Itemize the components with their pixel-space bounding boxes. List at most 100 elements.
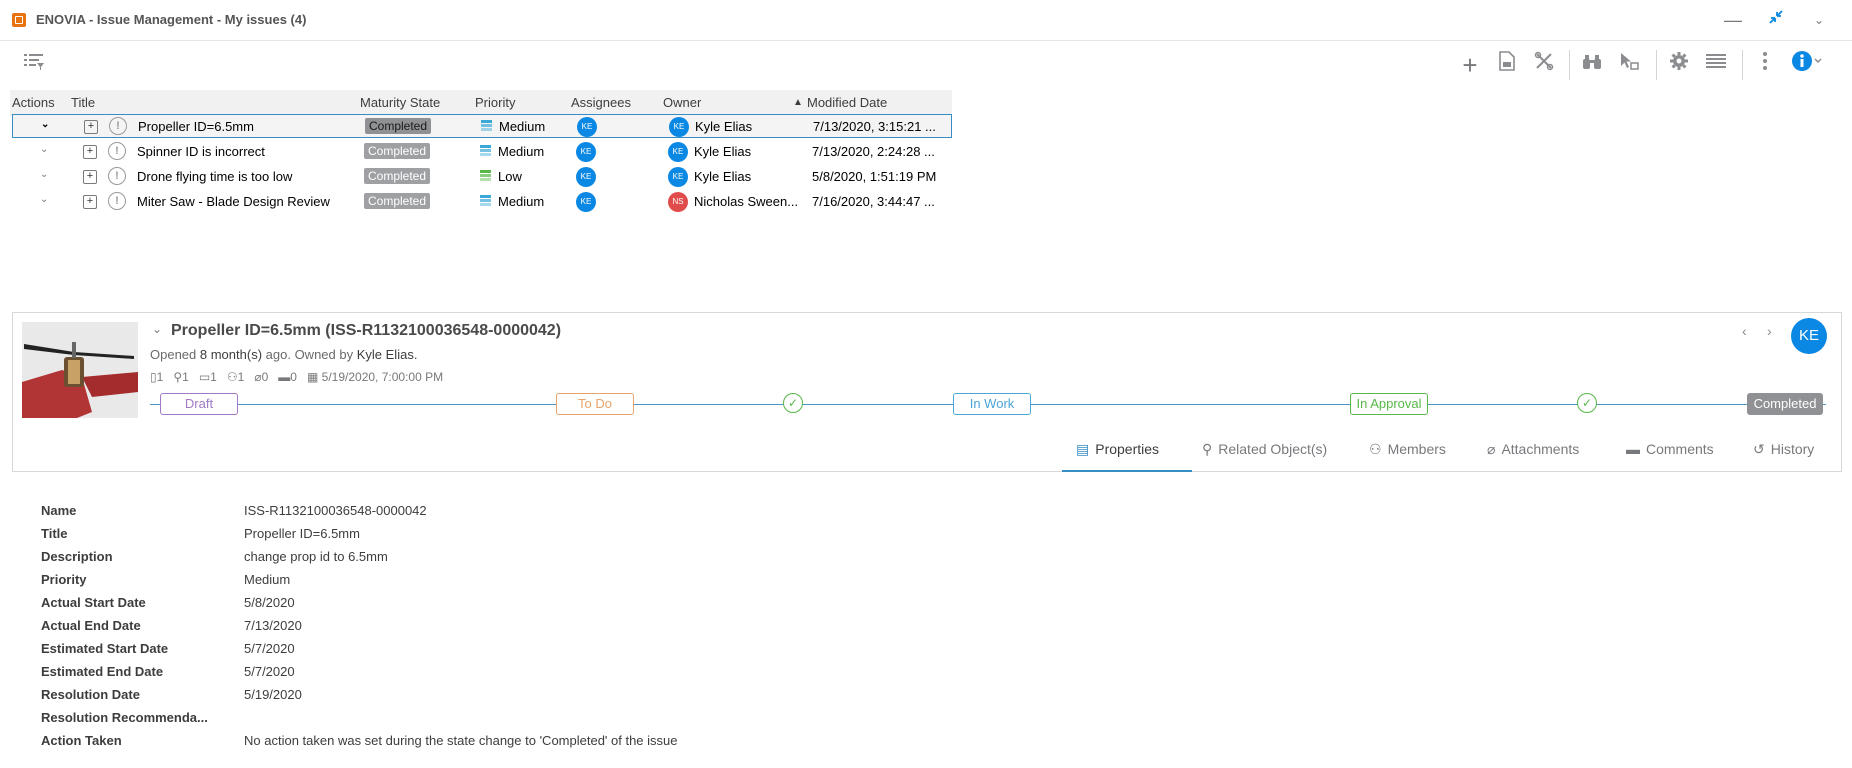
property-value: Propeller ID=6.5mm bbox=[244, 526, 360, 541]
issue-thumbnail[interactable] bbox=[22, 322, 138, 418]
expand-plus-icon[interactable]: + bbox=[83, 145, 97, 159]
owner-avatar[interactable]: KE bbox=[668, 167, 688, 187]
chevron-down-icon[interactable]: ⌄ bbox=[41, 119, 49, 130]
expand-plus-icon[interactable]: + bbox=[84, 120, 98, 134]
chevron-down-icon[interactable]: ⌄ bbox=[40, 144, 48, 155]
issue-title-cell[interactable]: Miter Saw - Blade Design Review bbox=[137, 194, 330, 209]
table-row[interactable]: ⌄ + ! Propeller ID=6.5mm Completed Mediu… bbox=[12, 114, 952, 138]
assignee-avatar[interactable]: KE bbox=[576, 142, 596, 162]
tab-history[interactable]: ↺ History bbox=[1753, 434, 1814, 470]
chevron-right-icon[interactable]: › bbox=[1767, 323, 1772, 339]
maturity-state-badge: Completed bbox=[365, 118, 432, 134]
tab-label: Attachments bbox=[1501, 441, 1580, 457]
tools-icon[interactable] bbox=[1529, 50, 1559, 80]
issue-owner-name[interactable]: Kyle Elias. bbox=[357, 347, 418, 362]
stage-draft[interactable]: Draft bbox=[160, 393, 238, 415]
property-label: Resolution Recommenda... bbox=[41, 710, 208, 725]
members-icon: ⚇ bbox=[1369, 441, 1382, 457]
property-value: 5/19/2020 bbox=[244, 687, 302, 702]
owner-avatar[interactable]: KE bbox=[669, 117, 689, 137]
owner-avatar[interactable]: KE bbox=[668, 142, 688, 162]
assignee-avatar[interactable]: KE bbox=[576, 192, 596, 212]
column-header-assignees[interactable]: Assignees bbox=[571, 95, 631, 110]
column-header-priority[interactable]: Priority bbox=[475, 95, 515, 110]
column-header-actions[interactable]: Actions bbox=[12, 95, 55, 110]
stage-in-approval[interactable]: In Approval bbox=[1350, 393, 1428, 415]
files-count: 1 bbox=[210, 370, 217, 384]
opened-mid: ago. Owned by bbox=[265, 347, 354, 362]
tab-comments[interactable]: ▬ Comments bbox=[1626, 434, 1714, 470]
comment-icon: ▬ bbox=[1626, 441, 1640, 457]
column-header-owner[interactable]: Owner bbox=[663, 95, 701, 110]
locations-count: 1 bbox=[182, 370, 189, 384]
tab-members[interactable]: ⚇ Members bbox=[1369, 434, 1446, 470]
issue-warning-icon: ! bbox=[109, 117, 127, 135]
comments-count: 0 bbox=[290, 370, 297, 384]
issue-warning-icon: ! bbox=[108, 142, 126, 160]
tab-label: Related Object(s) bbox=[1218, 441, 1328, 457]
toolbar-separator bbox=[1569, 50, 1570, 80]
stage-todo[interactable]: To Do bbox=[556, 393, 634, 415]
issue-title-cell[interactable]: Drone flying time is too low bbox=[137, 169, 292, 184]
chevron-down-icon[interactable]: ⌄ bbox=[40, 169, 48, 180]
issue-title: Propeller ID=6.5mm (ISS-R1132100036548-0… bbox=[171, 322, 562, 339]
tab-related-objects[interactable]: ⚲ Related Object(s) bbox=[1202, 434, 1327, 470]
opened-age: 8 month(s) bbox=[199, 347, 263, 362]
property-value: No action taken was set during the state… bbox=[244, 733, 678, 748]
priority-value: Low bbox=[498, 169, 522, 184]
stage-in-work[interactable]: In Work bbox=[953, 393, 1031, 415]
stage-completed[interactable]: Completed bbox=[1747, 393, 1823, 415]
chevron-left-icon[interactable]: ‹ bbox=[1742, 323, 1747, 339]
binoculars-icon[interactable] bbox=[1577, 50, 1607, 80]
chevron-down-icon[interactable]: ⌄ bbox=[1807, 8, 1831, 32]
property-label: Estimated End Date bbox=[41, 664, 164, 679]
gear-icon[interactable] bbox=[1664, 50, 1694, 80]
cursor-select-icon[interactable] bbox=[1614, 50, 1644, 80]
maturity-state-badge: Completed bbox=[364, 143, 431, 159]
sort-ascending-icon[interactable]: ▲ bbox=[793, 97, 803, 108]
assignee-avatar[interactable]: KE bbox=[577, 117, 597, 137]
column-header-title[interactable]: Title bbox=[71, 95, 95, 110]
issue-title-cell[interactable]: Propeller ID=6.5mm bbox=[138, 119, 254, 134]
tab-label: Members bbox=[1387, 441, 1446, 457]
owner-avatar[interactable]: KE bbox=[1791, 318, 1827, 354]
properties-icon: ▤ bbox=[1076, 441, 1090, 457]
issue-warning-icon: ! bbox=[108, 192, 126, 210]
minimize-icon[interactable]: — bbox=[1721, 8, 1745, 32]
document-export-icon[interactable] bbox=[1492, 50, 1522, 80]
property-label: Estimated Start Date bbox=[41, 641, 169, 656]
calendar-icon: ▦ bbox=[306, 370, 319, 384]
tab-attachments[interactable]: ⌀ Attachments bbox=[1487, 434, 1579, 470]
plus-icon[interactable]: + bbox=[1455, 50, 1485, 80]
checkmark-icon: ✓ bbox=[1577, 393, 1597, 413]
table-row[interactable]: ⌄ + ! Miter Saw - Blade Design Review Co… bbox=[12, 190, 950, 214]
issue-meta-line: ▯1 ⚲1 ▭1 ⚇1 ⌀0 ▬0 ▦ 5/19/2020, 7:00:00 P… bbox=[150, 370, 443, 384]
property-value: Medium bbox=[244, 572, 291, 587]
table-row[interactable]: ⌄ + ! Spinner ID is incorrect Completed … bbox=[12, 140, 950, 164]
comment-icon: ▬ bbox=[278, 370, 291, 384]
column-header-modified-date[interactable]: Modified Date bbox=[807, 95, 887, 110]
property-value: ISS-R1132100036548-0000042 bbox=[244, 503, 427, 518]
assignee-avatar[interactable]: KE bbox=[576, 167, 596, 187]
docs-count: 1 bbox=[156, 370, 164, 384]
expand-plus-icon[interactable]: + bbox=[83, 195, 97, 209]
chevron-down-icon[interactable]: ⌄ bbox=[40, 194, 48, 205]
checkmark-icon: ✓ bbox=[783, 393, 803, 413]
tab-label: Comments bbox=[1646, 441, 1714, 457]
column-header-maturity[interactable]: Maturity State bbox=[360, 95, 440, 110]
info-icon[interactable] bbox=[1788, 50, 1828, 80]
chevron-down-icon[interactable]: ⌄ bbox=[152, 322, 162, 336]
expand-plus-icon[interactable]: + bbox=[83, 170, 97, 184]
modified-date: 7/13/2020, 2:24:28 ... bbox=[812, 144, 935, 159]
owner-avatar[interactable]: NS bbox=[668, 192, 688, 212]
owner-name: Kyle Elias bbox=[694, 144, 752, 159]
issue-title-cell[interactable]: Spinner ID is incorrect bbox=[137, 144, 265, 159]
priority-bars-icon bbox=[480, 170, 491, 182]
property-value: 5/7/2020 bbox=[244, 641, 295, 656]
tab-properties[interactable]: ▤ Properties bbox=[1062, 434, 1192, 472]
list-filter-icon[interactable] bbox=[19, 50, 49, 80]
vertical-dots-icon[interactable] bbox=[1750, 50, 1780, 80]
table-row[interactable]: ⌄ + ! Drone flying time is too low Compl… bbox=[12, 165, 950, 189]
list-view-icon[interactable] bbox=[1701, 50, 1731, 80]
collapse-arrows-icon[interactable] bbox=[1764, 8, 1788, 32]
